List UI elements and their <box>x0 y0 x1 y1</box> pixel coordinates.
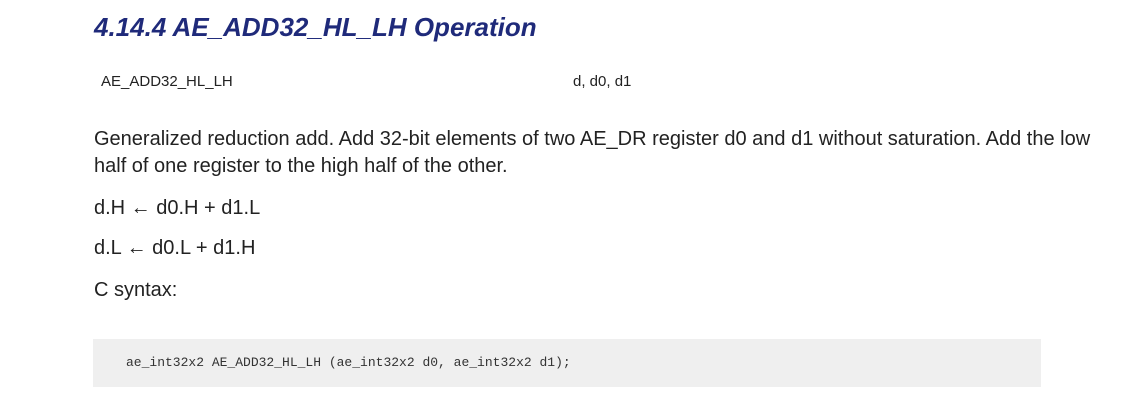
code-line: ae_int32x2 AE_ADD32_HL_LH (ae_int32x2 d0… <box>126 355 571 370</box>
code-block: ae_int32x2 AE_ADD32_HL_LH (ae_int32x2 d0… <box>93 339 1041 387</box>
operation-description: Generalized reduction add. Add 32-bit el… <box>94 128 1091 177</box>
operation-name: AE_ADD32_HL_LH <box>101 73 233 90</box>
c-syntax-label: C syntax: <box>94 279 178 301</box>
operation-arguments: d, d0, d1 <box>573 73 632 90</box>
formula-high-half: d.H ← d0.H + d1.L <box>94 197 261 219</box>
section-heading: 4.14.4 AE_ADD32_HL_LH Operation <box>94 12 537 42</box>
formula-low-half: d.L ← d0.L + d1.H <box>94 237 256 259</box>
